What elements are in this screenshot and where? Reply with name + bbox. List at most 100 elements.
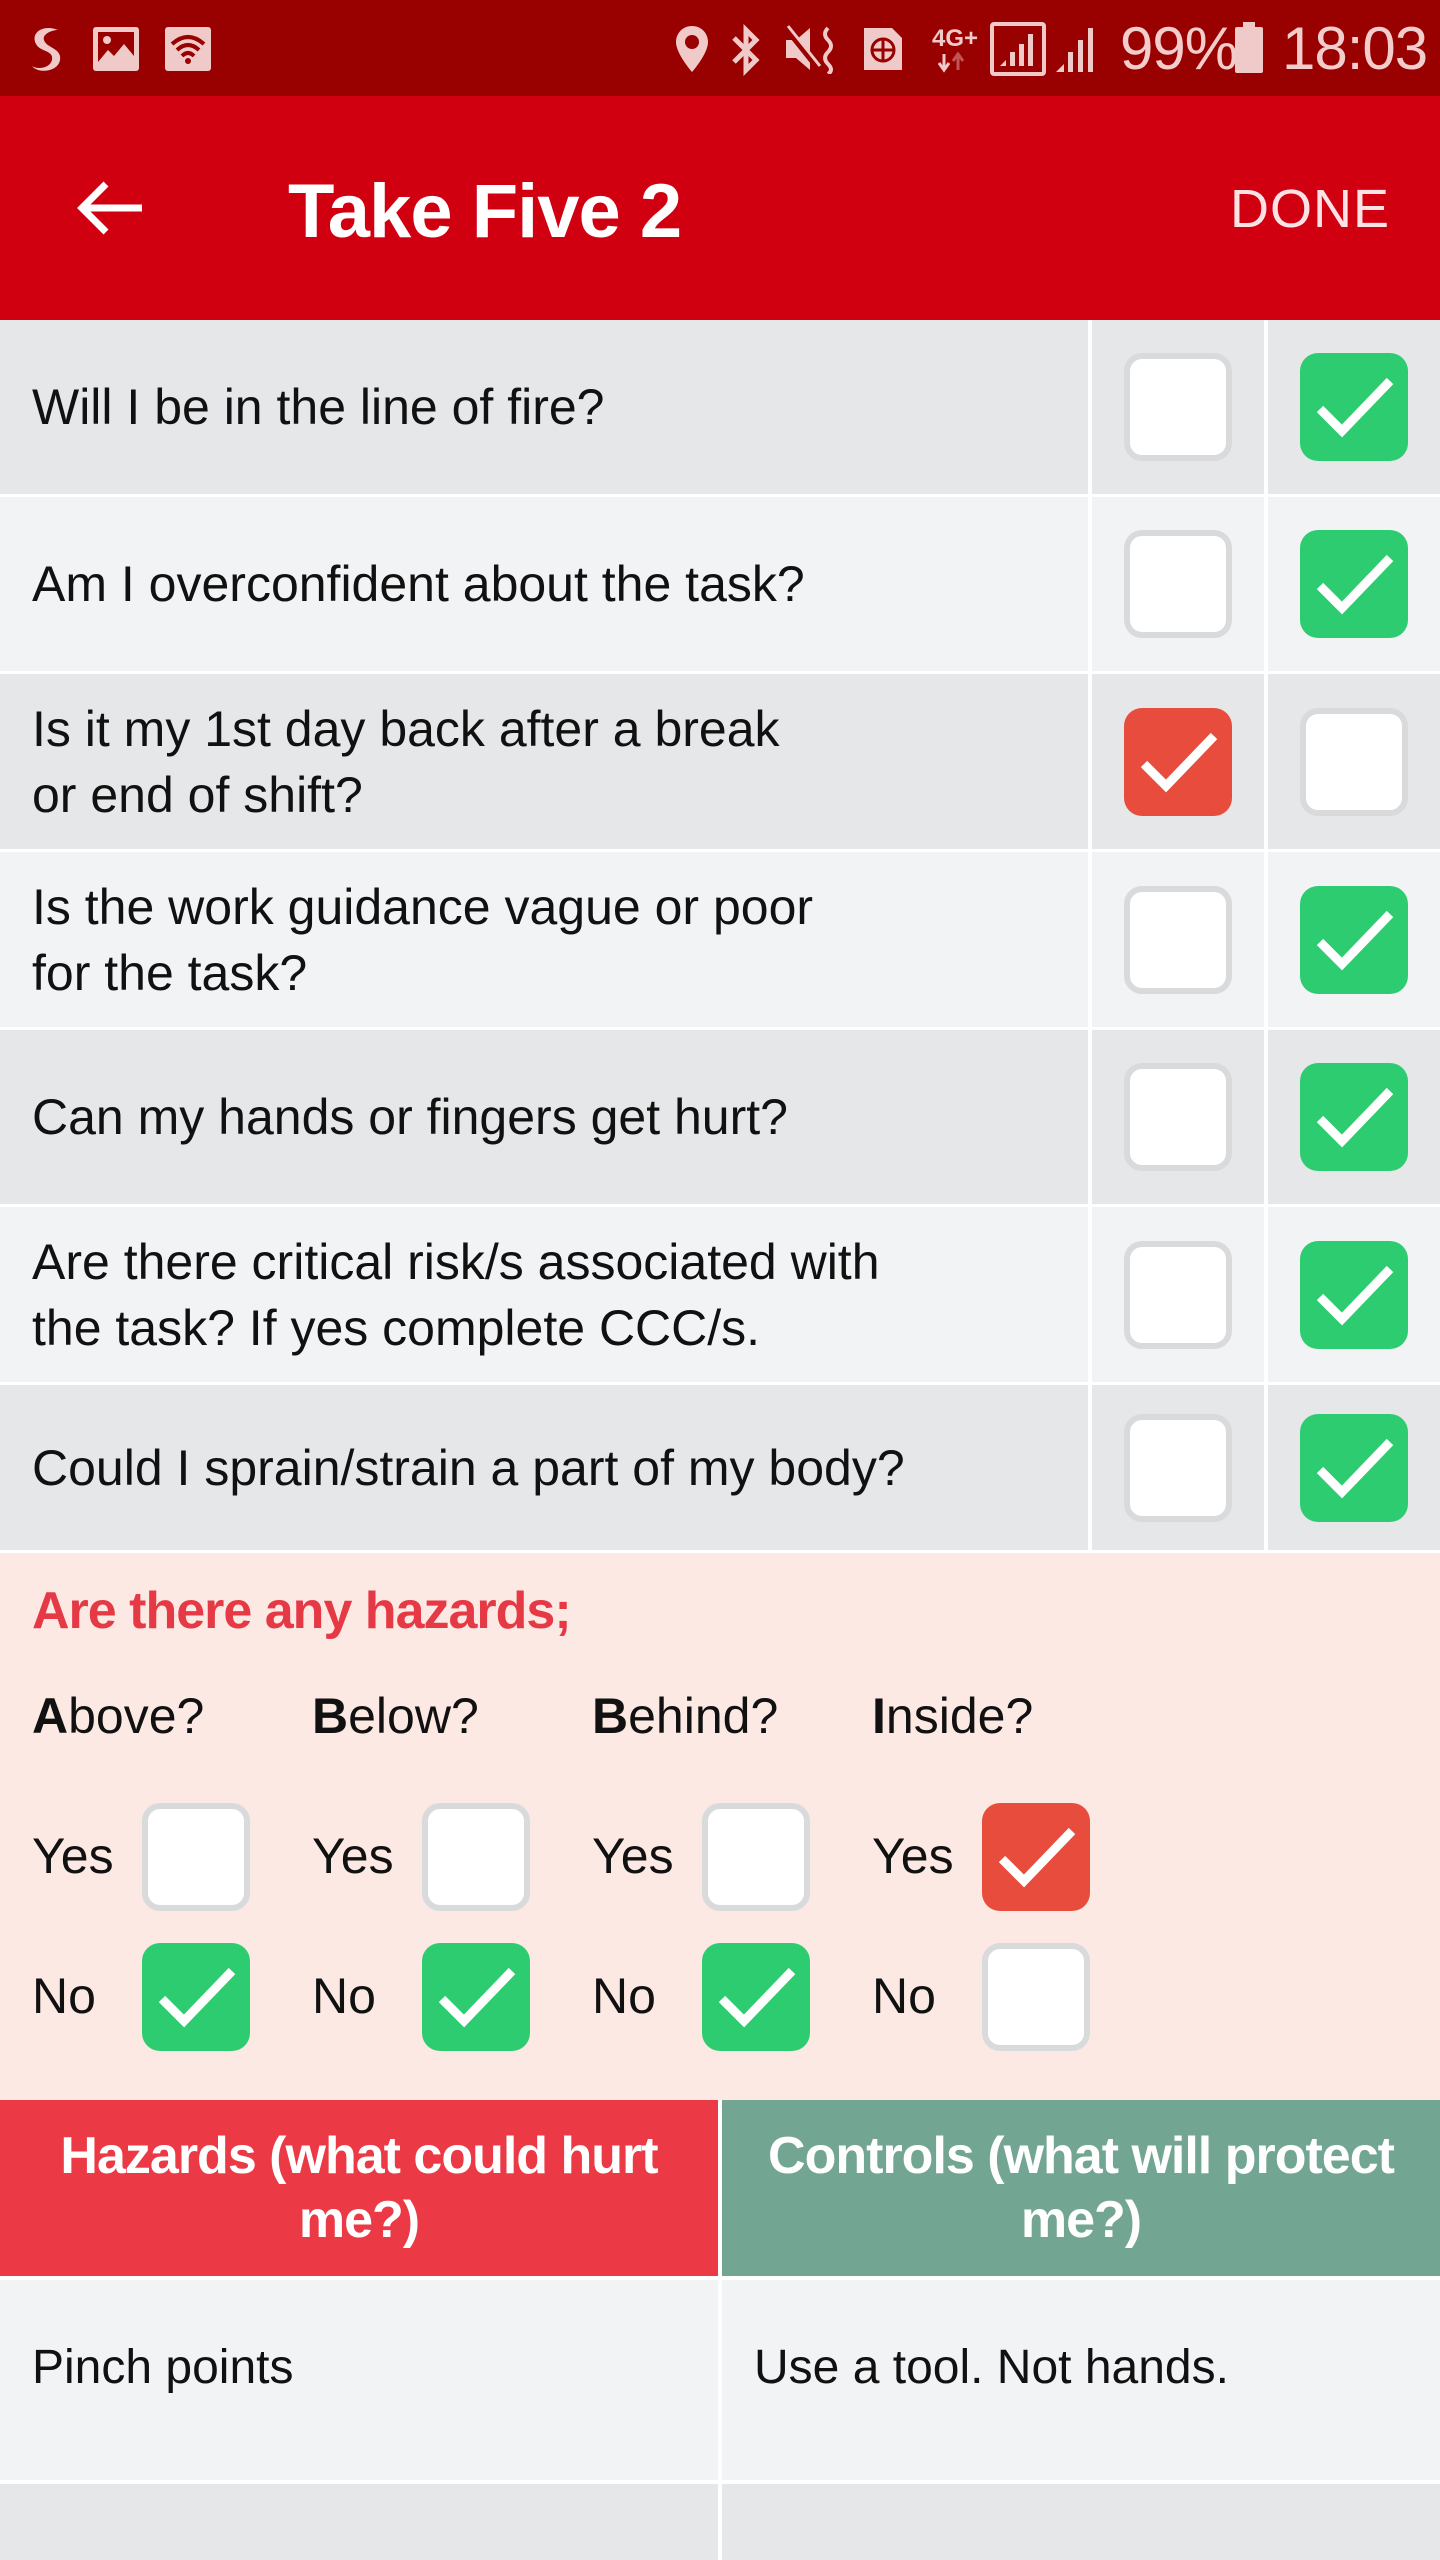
behind-no-checkbox[interactable] (702, 1943, 810, 2051)
direction-initial: B (592, 1688, 629, 1744)
yes-label: Yes (592, 1828, 674, 1884)
hazard-cell[interactable]: Pinch points (0, 2280, 718, 2480)
checkmark-icon (1316, 554, 1394, 615)
checkmark-icon (1316, 377, 1394, 438)
sim-globe-icon (862, 26, 904, 77)
control-cell[interactable] (722, 2484, 1440, 2560)
direction-initial: A (32, 1688, 69, 1744)
checkmark-icon (1140, 732, 1218, 792)
question-text: Is it my 1st day back after a break or e… (32, 700, 780, 823)
column-divider (1264, 497, 1268, 671)
hazards-section: Are there any hazards; Above? Yes No Bel… (0, 1553, 1440, 2100)
column-divider (1088, 1207, 1092, 1382)
question-text: Can my hands or fingers get hurt? (32, 1089, 788, 1145)
question-checkbox-col1[interactable] (1124, 885, 1232, 994)
question-row: Are there critical risk/s associated wit… (0, 1207, 1440, 1385)
column-divider (1088, 320, 1092, 494)
inside-yes-checkbox[interactable] (982, 1803, 1090, 1911)
arrow-left-icon (77, 181, 142, 235)
question-text: Is the work guidance vague or poor for t… (32, 878, 814, 1001)
question-checkbox-col1[interactable] (1124, 1240, 1232, 1349)
question-checkbox-col2[interactable] (1300, 353, 1408, 461)
hazards-controls-table: Hazards (what could hurt me?) Controls (… (0, 2100, 1440, 2560)
question-row: Could I sprain/strain a part of my body? (0, 1385, 1440, 1553)
yes-label: Yes (312, 1828, 394, 1884)
status-bar: 4G+ 99% 18:03 (0, 0, 1440, 96)
back-button[interactable] (70, 168, 150, 248)
app-bar: Take Five 2 DONE (0, 96, 1440, 320)
question-checkbox-col2[interactable] (1300, 885, 1408, 994)
question-checkbox-col1[interactable] (1124, 530, 1232, 638)
checkmark-icon (1316, 1087, 1394, 1148)
direction-label: Below? (312, 1687, 479, 1745)
question-checkbox-col2[interactable] (1300, 1240, 1408, 1349)
question-row: Will I be in the line of fire? (0, 320, 1440, 497)
hazard-direction-above: Above? Yes No (32, 1553, 312, 2100)
network-4g-plus-icon: 4G+ (930, 20, 986, 81)
question-checkbox-col1[interactable] (1124, 707, 1232, 816)
hazard-cell[interactable] (0, 2484, 718, 2560)
direction-rest: nside? (885, 1688, 1034, 1744)
controls-column-header: Controls (what will protect me?) (722, 2100, 1440, 2276)
question-checkbox-col2[interactable] (1300, 1413, 1408, 1522)
behind-yes-checkbox[interactable] (702, 1803, 810, 1911)
image-icon (92, 26, 140, 77)
direction-label: Behind? (592, 1687, 778, 1745)
signal-icon (1054, 26, 1100, 79)
question-row: Am I overconfident about the task? (0, 497, 1440, 674)
question-row: Is it my 1st day back after a break or e… (0, 674, 1440, 852)
direction-label: Above? (32, 1687, 204, 1745)
inside-no-checkbox[interactable] (982, 1943, 1090, 2051)
shazam-icon (24, 24, 68, 79)
column-divider (1264, 852, 1268, 1027)
control-cell[interactable]: Use a tool. Not hands. (722, 2280, 1440, 2480)
wifi-icon (164, 26, 212, 77)
column-divider (1264, 1030, 1268, 1204)
question-row: Is the work guidance vague or poor for t… (0, 852, 1440, 1030)
questions-list: Will I be in the line of fire? Am I over… (0, 320, 1440, 1553)
column-divider (1088, 674, 1092, 849)
signal-boxed-icon (990, 22, 1046, 81)
direction-label: Inside? (872, 1687, 1033, 1745)
done-button[interactable]: DONE (1230, 178, 1390, 240)
above-no-checkbox[interactable] (142, 1943, 250, 2051)
checkmark-icon (1316, 1265, 1394, 1325)
question-checkbox-col2[interactable] (1300, 707, 1408, 816)
question-row: Can my hands or fingers get hurt? (0, 1030, 1440, 1207)
question-checkbox-col2[interactable] (1300, 1063, 1408, 1171)
column-divider (1264, 1207, 1268, 1382)
direction-rest: bove? (68, 1688, 205, 1744)
direction-rest: ehind? (628, 1688, 779, 1744)
question-text: Will I be in the line of fire? (32, 379, 605, 435)
question-checkbox-col1[interactable] (1124, 353, 1232, 461)
no-label: No (592, 1968, 656, 2024)
column-divider (1088, 1385, 1092, 1550)
hazard-direction-below: Below? Yes No (312, 1553, 592, 2100)
checkmark-icon (158, 1967, 236, 2028)
above-yes-checkbox[interactable] (142, 1803, 250, 1911)
below-yes-checkbox[interactable] (422, 1803, 530, 1911)
question-text: Are there critical risk/s associated wit… (32, 1233, 880, 1356)
clock-time: 18:03 (1282, 15, 1428, 82)
question-checkbox-col2[interactable] (1300, 530, 1408, 638)
below-no-checkbox[interactable] (422, 1943, 530, 2051)
direction-rest: elow? (348, 1688, 479, 1744)
column-divider (1088, 497, 1092, 671)
question-checkbox-col1[interactable] (1124, 1063, 1232, 1171)
checkmark-icon (718, 1967, 796, 2028)
direction-initial: I (872, 1688, 886, 1744)
question-checkbox-col1[interactable] (1124, 1413, 1232, 1522)
no-label: No (32, 1968, 96, 2024)
hazards-column-header: Hazards (what could hurt me?) (0, 2100, 718, 2276)
page-title: Take Five 2 (288, 169, 682, 254)
question-text: Am I overconfident about the task? (32, 556, 805, 612)
mute-vibrate-icon (782, 24, 840, 79)
question-text: Could I sprain/strain a part of my body? (32, 1439, 905, 1496)
checkmark-icon (438, 1967, 516, 2028)
no-label: No (872, 1968, 936, 2024)
checkmark-icon (1316, 1438, 1394, 1498)
yes-label: Yes (872, 1828, 954, 1884)
location-icon (674, 24, 710, 79)
yes-label: Yes (32, 1828, 114, 1884)
column-divider (1264, 320, 1268, 494)
